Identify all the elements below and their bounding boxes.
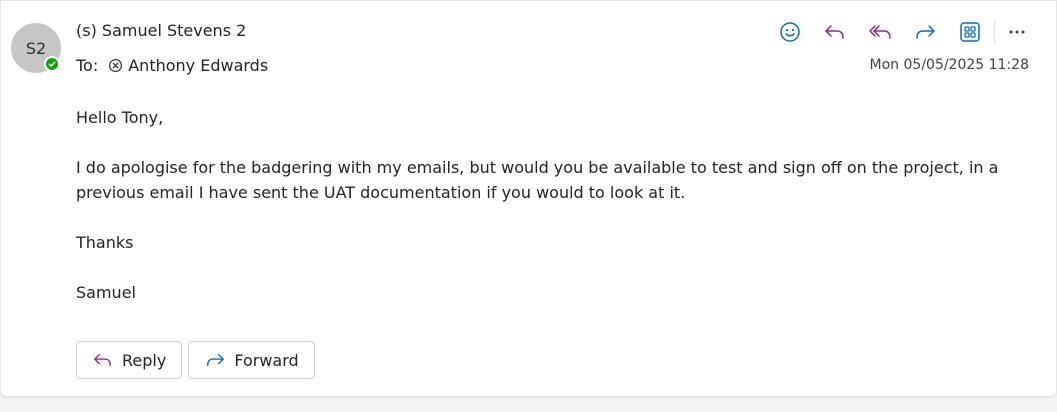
closing-text: Thanks — [76, 233, 134, 252]
reply-icon — [92, 350, 114, 370]
to-label: To: — [76, 56, 99, 75]
forward-icon — [204, 350, 226, 370]
forward-button-label: Forward — [234, 350, 299, 370]
message-body: Hello Tony, I do apologise for the badge… — [76, 105, 1026, 330]
reply-icon[interactable] — [821, 18, 849, 46]
emoji-icon[interactable] — [776, 18, 804, 46]
recipients-line: To: Anthony Edwards — [76, 56, 268, 75]
forward-button[interactable]: Forward — [188, 341, 315, 379]
remove-recipient-icon[interactable] — [108, 58, 123, 73]
sender-name[interactable]: (s) Samuel Stevens 2 — [76, 21, 246, 40]
reply-all-icon[interactable] — [866, 18, 894, 46]
recipient-name[interactable]: Anthony Edwards — [128, 56, 268, 75]
forward-icon[interactable] — [911, 18, 939, 46]
email-reading-pane: S2 (s) Samuel Stevens 2 To: Anthony Edwa… — [0, 0, 1057, 397]
reply-button-label: Reply — [122, 350, 167, 370]
apps-icon[interactable] — [956, 18, 984, 46]
greeting-text: Hello Tony, — [76, 108, 164, 127]
presence-available-icon — [44, 56, 60, 72]
body-paragraph: I do apologise for the badgering with my… — [76, 158, 999, 202]
message-toolbar — [776, 17, 1031, 47]
signature-text: Samuel — [76, 283, 136, 302]
more-icon[interactable] — [1003, 18, 1031, 46]
avatar-initials: S2 — [25, 38, 47, 58]
toolbar-divider — [994, 21, 995, 43]
quick-actions: Reply Forward — [76, 341, 321, 379]
reply-button[interactable]: Reply — [76, 341, 183, 379]
received-timestamp: Mon 05/05/2025 11:28 — [869, 57, 1029, 73]
